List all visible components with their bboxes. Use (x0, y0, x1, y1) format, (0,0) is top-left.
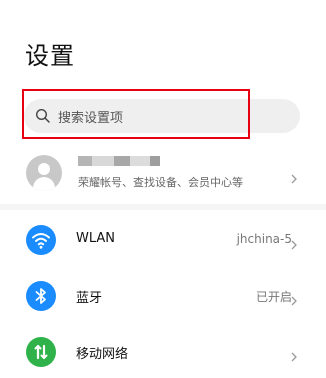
wifi-icon (26, 225, 56, 255)
search-icon (35, 108, 51, 124)
setting-value-bluetooth: 已开启 (255, 290, 292, 304)
avatar-icon (26, 155, 62, 191)
chevron-right-icon (289, 347, 299, 362)
setting-row-bluetooth[interactable]: 蓝牙 已开启 (0, 270, 326, 322)
section-divider (0, 204, 326, 210)
setting-row-mobile-network[interactable]: 移动网络 (0, 326, 326, 378)
search-bar[interactable]: 搜索设置项 (24, 99, 300, 133)
account-name-redacted (78, 156, 160, 166)
setting-label-bluetooth: 蓝牙 (76, 291, 103, 306)
bluetooth-icon (26, 281, 56, 311)
setting-value-wlan: jhchina-5 (236, 232, 292, 246)
account-row[interactable]: 荣耀帐号、查找设备、会员中心等 (0, 146, 326, 202)
mobile-network-icon (26, 337, 56, 367)
search-placeholder: 搜索设置项 (58, 111, 124, 126)
setting-label-wlan: WLAN (76, 231, 116, 246)
page-title: 设置 (25, 42, 75, 70)
chevron-right-icon (289, 235, 299, 250)
account-subtitle: 荣耀帐号、查找设备、会员中心等 (78, 176, 243, 189)
chevron-right-icon (289, 291, 299, 306)
setting-label-mobile-network: 移动网络 (76, 347, 129, 362)
setting-row-wlan[interactable]: WLAN jhchina-5 (0, 214, 326, 266)
chevron-right-icon (289, 169, 299, 184)
